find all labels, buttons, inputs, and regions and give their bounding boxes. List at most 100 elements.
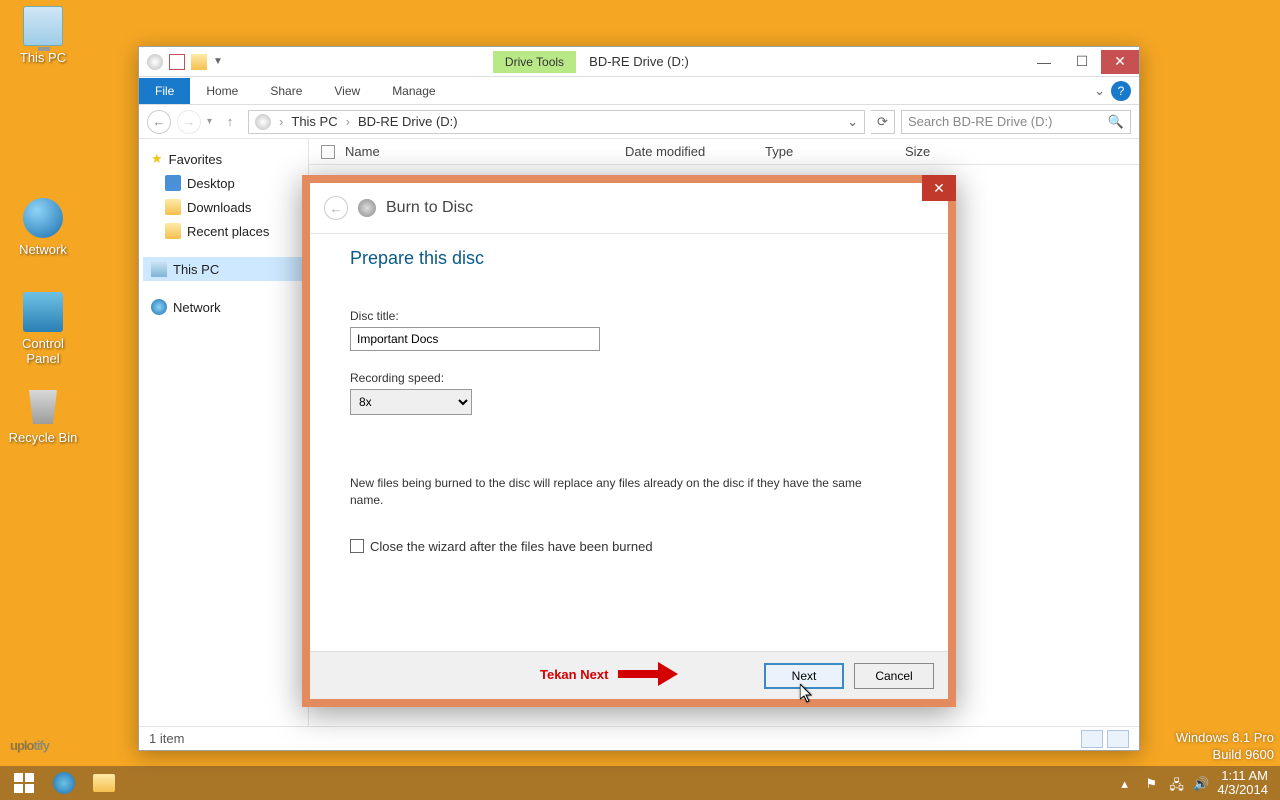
os-label: Windows 8.1 Pro xyxy=(1176,730,1274,747)
col-date[interactable]: Date modified xyxy=(625,144,765,159)
dialog-note: New files being burned to the disc will … xyxy=(350,475,870,509)
nav-this-pc[interactable]: This PC xyxy=(143,257,304,281)
system-tray: ▴ ⚑ 🖧 🔊 1:11 AM 4/3/2014 xyxy=(1121,769,1276,798)
desktop-icon-recycle-bin[interactable]: Recycle Bin xyxy=(8,386,78,445)
col-type[interactable]: Type xyxy=(765,144,905,159)
clock[interactable]: 1:11 AM 4/3/2014 xyxy=(1217,769,1268,798)
tab-file[interactable]: File xyxy=(139,78,190,104)
burn-icon xyxy=(358,199,376,217)
recording-speed-label: Recording speed: xyxy=(350,371,908,385)
help-icon[interactable]: ? xyxy=(1111,81,1131,101)
disc-title-label: Disc title: xyxy=(350,309,908,323)
search-icon: 🔍 xyxy=(1108,114,1124,130)
arrow-icon xyxy=(618,665,678,683)
star-icon: ★ xyxy=(151,151,163,167)
burn-to-disc-dialog: ✕ ← Burn to Disc Prepare this disc Disc … xyxy=(302,175,956,707)
status-bar: 1 item xyxy=(139,726,1139,750)
close-wizard-checkbox-row[interactable]: Close the wizard after the files have be… xyxy=(350,539,908,554)
status-text: 1 item xyxy=(149,731,184,746)
search-input[interactable]: Search BD-RE Drive (D:) 🔍 xyxy=(901,110,1131,134)
navigation-pane: ★Favorites Desktop Downloads Recent plac… xyxy=(139,139,309,726)
tab-view[interactable]: View xyxy=(318,78,376,104)
network-icon xyxy=(151,299,167,315)
dialog-close-button[interactable]: ✕ xyxy=(922,175,956,201)
taskbar-explorer[interactable] xyxy=(84,768,124,798)
breadcrumb-root[interactable]: This PC xyxy=(291,114,337,129)
qat-dropdown-icon[interactable]: ▼ xyxy=(213,56,223,67)
desktop-icon-label: This PC xyxy=(8,50,78,65)
disc-icon xyxy=(147,54,163,70)
nav-downloads[interactable]: Downloads xyxy=(143,195,304,219)
desktop-icon xyxy=(165,175,181,191)
network-tray-icon[interactable]: 🖧 xyxy=(1169,776,1183,790)
monitor-icon xyxy=(23,6,63,46)
nav-recent-places[interactable]: Recent places xyxy=(143,219,304,243)
cursor-icon xyxy=(800,684,816,704)
view-details-button[interactable] xyxy=(1081,730,1103,748)
col-name[interactable]: Name xyxy=(345,144,625,159)
tray-up-icon[interactable]: ▴ xyxy=(1121,776,1135,790)
taskbar-ie[interactable] xyxy=(44,768,84,798)
system-info: Windows 8.1 Pro Build 9600 xyxy=(1176,730,1274,764)
maximize-button[interactable]: ☐ xyxy=(1063,50,1101,74)
search-placeholder: Search BD-RE Drive (D:) xyxy=(908,114,1052,129)
tab-share[interactable]: Share xyxy=(254,78,318,104)
start-button[interactable] xyxy=(4,768,44,798)
dialog-heading: Prepare this disc xyxy=(350,248,908,269)
time-label: 1:11 AM xyxy=(1217,769,1268,783)
minimize-button[interactable]: — xyxy=(1025,50,1063,74)
recent-locations-icon[interactable]: ▾ xyxy=(207,116,212,127)
dialog-title: Burn to Disc xyxy=(386,199,473,217)
pc-icon xyxy=(151,261,167,277)
up-button[interactable]: ↑ xyxy=(218,110,242,134)
col-size[interactable]: Size xyxy=(905,144,1005,159)
address-row: ← → ▾ ↑ › This PC › BD-RE Drive (D:) ⌄ ⟳… xyxy=(139,105,1139,139)
disc-icon xyxy=(255,114,271,130)
close-button[interactable]: ✕ xyxy=(1101,50,1139,74)
properties-icon[interactable] xyxy=(169,54,185,70)
new-folder-icon[interactable] xyxy=(191,54,207,70)
folder-icon xyxy=(93,774,115,792)
contextual-tab-drive-tools[interactable]: Drive Tools xyxy=(493,51,576,73)
build-label: Build 9600 xyxy=(1176,747,1274,764)
volume-icon[interactable]: 🔊 xyxy=(1193,776,1207,790)
titlebar[interactable]: ▼ Drive Tools BD-RE Drive (D:) — ☐ ✕ xyxy=(139,47,1139,77)
dialog-back-button[interactable]: ← xyxy=(324,196,348,220)
recycle-bin-icon xyxy=(23,386,63,426)
flag-icon[interactable]: ⚑ xyxy=(1145,776,1159,790)
close-wizard-label: Close the wizard after the files have be… xyxy=(370,539,653,554)
cancel-button[interactable]: Cancel xyxy=(854,663,934,689)
back-button[interactable]: ← xyxy=(147,110,171,134)
globe-icon xyxy=(23,198,63,238)
tab-home[interactable]: Home xyxy=(190,78,254,104)
desktop-icon-label: Network xyxy=(8,242,78,257)
watermark: uplotify xyxy=(10,712,49,760)
recording-speed-select[interactable]: 8x xyxy=(350,389,472,415)
desktop-icon-network[interactable]: Network xyxy=(8,198,78,257)
address-dropdown-icon[interactable]: ⌄ xyxy=(847,114,858,130)
ribbon-tabs: File Home Share View Manage ⌄ ? xyxy=(139,77,1139,105)
nav-desktop[interactable]: Desktop xyxy=(143,171,304,195)
window-title: BD-RE Drive (D:) xyxy=(139,54,1139,69)
forward-button: → xyxy=(177,110,201,134)
nav-network[interactable]: Network xyxy=(143,295,304,319)
ie-icon xyxy=(53,772,75,794)
refresh-button[interactable]: ⟳ xyxy=(871,110,895,134)
view-icons-button[interactable] xyxy=(1107,730,1129,748)
address-bar[interactable]: › This PC › BD-RE Drive (D:) ⌄ xyxy=(248,110,865,134)
ribbon-collapse-icon[interactable]: ⌄ xyxy=(1094,83,1111,99)
disc-title-input[interactable] xyxy=(350,327,600,351)
desktop-icon-label: Control Panel xyxy=(8,336,78,366)
annotation-tekan-next: Tekan Next xyxy=(540,665,678,683)
annotation-text: Tekan Next xyxy=(540,667,608,682)
tab-manage[interactable]: Manage xyxy=(376,78,451,104)
desktop-icon-this-pc[interactable]: This PC xyxy=(8,6,78,65)
desktop-icon-label: Recycle Bin xyxy=(8,430,78,445)
recent-icon xyxy=(165,223,181,239)
nav-favorites[interactable]: ★Favorites xyxy=(143,147,304,171)
desktop-icon-control-panel[interactable]: Control Panel xyxy=(8,292,78,366)
breadcrumb-folder[interactable]: BD-RE Drive (D:) xyxy=(358,114,458,129)
date-label: 4/3/2014 xyxy=(1217,783,1268,797)
select-all-checkbox[interactable] xyxy=(321,145,335,159)
close-wizard-checkbox[interactable] xyxy=(350,539,364,553)
